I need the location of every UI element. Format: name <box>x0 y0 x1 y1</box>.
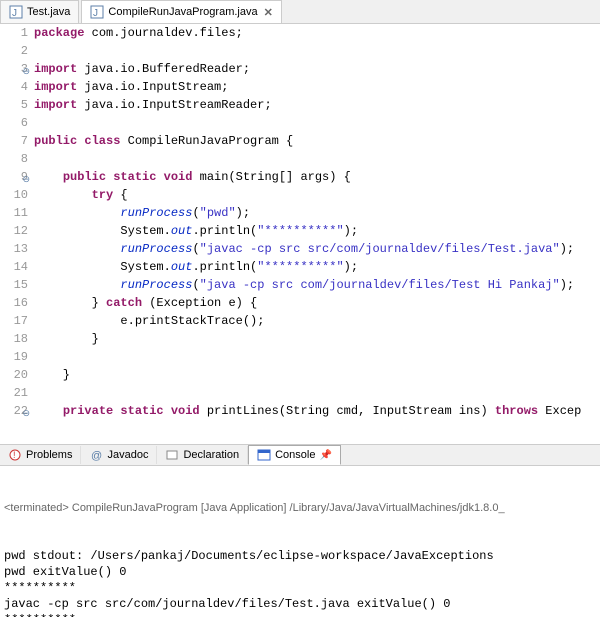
code-area[interactable]: package com.journaldev.files; import jav… <box>34 24 600 444</box>
tab-label: Console <box>275 449 315 461</box>
tab-label: Test.java <box>27 6 70 18</box>
pin-icon[interactable]: 📌 <box>319 450 331 461</box>
console-line: pwd exitValue() 0 <box>4 564 596 580</box>
code-line[interactable]: public static void main(String[] args) { <box>34 168 600 186</box>
line-number: 18 <box>0 330 28 348</box>
line-number: 22⊖ <box>0 402 28 420</box>
console-line: pwd stdout: /Users/pankaj/Documents/ecli… <box>4 548 596 564</box>
console-output: pwd stdout: /Users/pankaj/Documents/ecli… <box>4 548 596 617</box>
console-icon <box>257 448 271 462</box>
console-line: ********** <box>4 612 596 617</box>
close-icon[interactable]: ✕ <box>264 6 273 19</box>
code-line[interactable]: runProcess("java -cp src com/journaldev/… <box>34 276 600 294</box>
code-line[interactable]: runProcess("javac -cp src src/com/journa… <box>34 240 600 258</box>
code-line[interactable]: System.out.println("**********"); <box>34 222 600 240</box>
tab-problems[interactable]: ! Problems <box>0 446 81 464</box>
code-line[interactable] <box>34 42 600 60</box>
tab-label: CompileRunJavaProgram.java <box>108 6 257 18</box>
code-line[interactable]: package com.journaldev.files; <box>34 24 600 42</box>
line-number: 15 <box>0 276 28 294</box>
svg-text:J: J <box>93 8 98 19</box>
tab-declaration[interactable]: Declaration <box>157 446 248 464</box>
line-number: 2 <box>0 42 28 60</box>
line-number: 17 <box>0 312 28 330</box>
tab-label: Javadoc <box>107 449 148 461</box>
code-line[interactable]: e.printStackTrace(); <box>34 312 600 330</box>
line-number: 7 <box>0 132 28 150</box>
svg-text:J: J <box>12 8 17 19</box>
tab-compile-run[interactable]: J CompileRunJavaProgram.java ✕ <box>81 0 281 23</box>
code-line[interactable] <box>34 348 600 366</box>
code-line[interactable] <box>34 114 600 132</box>
tab-console[interactable]: Console 📌 <box>248 445 341 465</box>
console-header: <terminated> CompileRunJavaProgram [Java… <box>4 500 596 516</box>
line-number: 14 <box>0 258 28 276</box>
line-number: 21 <box>0 384 28 402</box>
code-editor[interactable]: 123⊖456789⊖10111213141516171819202122⊖ p… <box>0 24 600 444</box>
fold-icon[interactable]: ⊖ <box>22 405 30 423</box>
code-line[interactable]: } <box>34 366 600 384</box>
line-number: 3⊖ <box>0 60 28 78</box>
line-number: 4 <box>0 78 28 96</box>
line-number: 12 <box>0 222 28 240</box>
tab-javadoc[interactable]: @ Javadoc <box>81 446 157 464</box>
code-line[interactable]: } <box>34 330 600 348</box>
line-number: 5 <box>0 96 28 114</box>
line-number: 10 <box>0 186 28 204</box>
tab-test-java[interactable]: J Test.java <box>0 0 79 23</box>
tab-label: Problems <box>26 449 72 461</box>
line-number: 6 <box>0 114 28 132</box>
code-line[interactable]: public class CompileRunJavaProgram { <box>34 132 600 150</box>
line-number: 13 <box>0 240 28 258</box>
code-line[interactable]: System.out.println("**********"); <box>34 258 600 276</box>
console-line: ********** <box>4 580 596 596</box>
svg-text:!: ! <box>13 450 16 460</box>
code-line[interactable]: import java.io.BufferedReader; <box>34 60 600 78</box>
line-number-gutter: 123⊖456789⊖10111213141516171819202122⊖ <box>0 24 34 444</box>
code-line[interactable]: import java.io.InputStreamReader; <box>34 96 600 114</box>
code-line[interactable]: import java.io.InputStream; <box>34 78 600 96</box>
line-number: 11 <box>0 204 28 222</box>
declaration-icon <box>165 448 179 462</box>
line-number: 19 <box>0 348 28 366</box>
code-line[interactable]: } catch (Exception e) { <box>34 294 600 312</box>
javadoc-icon: @ <box>89 448 103 462</box>
line-number: 16 <box>0 294 28 312</box>
tab-label: Declaration <box>183 449 239 461</box>
java-file-icon: J <box>90 5 104 19</box>
console-line: javac -cp src src/com/journaldev/files/T… <box>4 596 596 612</box>
code-line[interactable]: runProcess("pwd"); <box>34 204 600 222</box>
editor-tabs: J Test.java J CompileRunJavaProgram.java… <box>0 0 600 24</box>
console-view[interactable]: <terminated> CompileRunJavaProgram [Java… <box>0 466 600 617</box>
code-line[interactable] <box>34 150 600 168</box>
bottom-view-tabs: ! Problems @ Javadoc Declaration Console… <box>0 444 600 466</box>
svg-text:@: @ <box>91 450 102 462</box>
line-number: 8 <box>0 150 28 168</box>
code-line[interactable] <box>34 384 600 402</box>
code-line[interactable]: try { <box>34 186 600 204</box>
line-number: 20 <box>0 366 28 384</box>
java-file-icon: J <box>9 5 23 19</box>
line-number: 9⊖ <box>0 168 28 186</box>
code-line[interactable]: private static void printLines(String cm… <box>34 402 600 420</box>
line-number: 1 <box>0 24 28 42</box>
problems-icon: ! <box>8 448 22 462</box>
